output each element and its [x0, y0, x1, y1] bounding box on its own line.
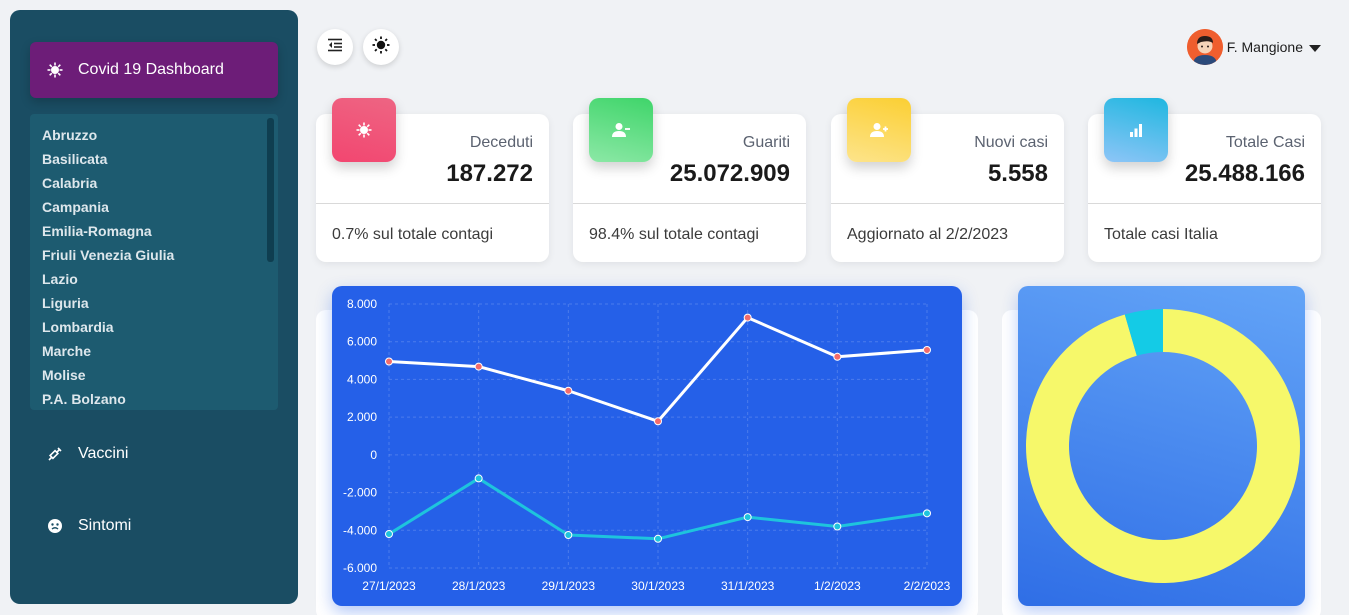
region-item[interactable]: Lazio — [42, 270, 278, 294]
region-item[interactable]: P.A. Bolzano — [42, 390, 278, 410]
card-footer: Aggiornato al 2/2/2023 — [847, 226, 1009, 243]
virus-icon — [332, 98, 396, 162]
line-chart: 8.000 6.000 4.000 2.000 0 -2.000 -4.000 -6.000 2… — [343, 297, 951, 593]
nav-covid-dashboard-label: Covid 19 Dashboard — [78, 61, 224, 78]
x-tick-label: 1/2/2023 — [814, 579, 861, 593]
region-item[interactable]: Campania — [42, 198, 278, 222]
indent-icon — [327, 38, 343, 57]
bar-chart-icon — [1104, 98, 1168, 162]
caret-down-icon — [1309, 44, 1321, 52]
nav-sintomi[interactable]: Sintomi — [30, 506, 278, 546]
region-item[interactable]: Calabria — [42, 174, 278, 198]
y-tick-label: -6.000 — [343, 561, 377, 575]
card-label: Guariti — [742, 134, 790, 151]
data-point — [564, 531, 573, 539]
user-name: F. Mangione — [1226, 39, 1303, 55]
region-item[interactable]: Friuli Venezia Giulia — [42, 246, 278, 270]
y-tick-label: 2.000 — [347, 410, 377, 424]
theme-toggle-button[interactable] — [363, 29, 399, 65]
x-tick-label: 28/1/2023 — [452, 579, 506, 593]
card-divider — [573, 203, 806, 204]
y-tick-label: 6.000 — [347, 335, 377, 349]
region-list-scrollbar[interactable] — [267, 118, 274, 262]
line-chart-panel: 8.000 6.000 4.000 2.000 0 -2.000 -4.000 -6.000 2… — [332, 286, 962, 606]
toggle-sidebar-button[interactable] — [317, 29, 353, 65]
user-plus-icon — [847, 98, 911, 162]
region-item[interactable]: Liguria — [42, 294, 278, 318]
series-line-0 — [388, 316, 928, 423]
x-tick-label: 29/1/2023 — [542, 579, 596, 593]
region-list: Abruzzo Basilicata Calabria Campania Emilia-… — [30, 114, 278, 410]
data-point — [743, 513, 752, 522]
face-icon — [46, 517, 64, 535]
x-tick-label: 2/2/2023 — [904, 579, 951, 593]
y-tick-label: 4.000 — [347, 372, 377, 386]
card-divider — [316, 203, 549, 204]
card-footer: 0.7% sul totale contagi — [332, 226, 493, 243]
data-point — [654, 534, 662, 543]
card-divider — [1088, 203, 1321, 204]
data-point — [923, 509, 931, 518]
syringe-icon — [46, 445, 64, 463]
card-label: Totale Casi — [1225, 134, 1305, 151]
virus-icon — [46, 61, 64, 79]
nav-sintomi-label: Sintomi — [78, 517, 132, 534]
card-totale-casi: Totale Casi 25.488.166 Totale casi Italia — [1088, 98, 1321, 262]
card-value: 187.272 — [446, 160, 533, 187]
region-item[interactable]: Abruzzo — [42, 126, 278, 150]
card-value: 25.488.166 — [1184, 160, 1305, 187]
sun-icon — [372, 36, 390, 59]
card-label: Deceduti — [469, 134, 533, 151]
data-point — [385, 530, 393, 539]
card-guariti: Guariti 25.072.909 98.4% sul totale contag… — [573, 98, 806, 262]
x-tick-label: 31/1/2023 — [721, 579, 775, 593]
data-point — [654, 417, 662, 426]
card-value: 5.558 — [987, 160, 1048, 187]
data-point — [385, 357, 393, 366]
avatar — [1186, 29, 1223, 65]
donut-chart-panel — [1018, 286, 1305, 606]
user-menu[interactable]: F. Mangione — [1186, 29, 1321, 65]
data-point — [833, 352, 842, 361]
nav-covid-dashboard[interactable]: Covid 19 Dashboard — [30, 42, 278, 98]
x-tick-label: 27/1/2023 — [362, 579, 416, 593]
nav-vaccini[interactable]: Vaccini — [30, 434, 278, 474]
x-tick-label: 30/1/2023 — [631, 579, 685, 593]
region-item[interactable]: Basilicata — [42, 150, 278, 174]
sidebar: Covid 19 Dashboard Abruzzo Basilicata Cala… — [10, 10, 298, 604]
data-point — [833, 522, 842, 531]
user-minus-icon — [589, 98, 653, 162]
region-list-box: Abruzzo Basilicata Calabria Campania Emilia-… — [30, 114, 278, 410]
y-tick-label: -2.000 — [343, 486, 377, 500]
card-footer: 98.4% sul totale contagi — [589, 226, 759, 243]
nav-vaccini-label: Vaccini — [78, 445, 129, 462]
donut-chart — [1026, 309, 1300, 583]
y-tick-label: 0 — [370, 448, 377, 462]
data-point — [474, 362, 483, 371]
region-item[interactable]: Lombardia — [42, 318, 278, 342]
card-divider — [831, 203, 1064, 204]
region-item[interactable]: Marche — [42, 342, 278, 366]
y-tick-label: 8.000 — [347, 297, 377, 311]
data-point — [743, 313, 752, 322]
card-label: Nuovi casi — [974, 134, 1048, 151]
card-deceduti: Deceduti 187.272 0.7% sul totale contagi — [316, 98, 549, 262]
card-value: 25.072.909 — [669, 160, 790, 187]
data-point — [474, 474, 483, 483]
card-footer: Totale casi Italia — [1104, 226, 1218, 243]
y-tick-label: -4.000 — [343, 523, 377, 537]
region-item[interactable]: Emilia-Romagna — [42, 222, 278, 246]
card-nuovi-casi: Nuovi casi 5.558 Aggiornato al 2/2/2023 — [831, 98, 1064, 262]
region-item[interactable]: Molise — [42, 366, 278, 390]
data-point — [564, 386, 573, 395]
data-point — [923, 346, 931, 355]
